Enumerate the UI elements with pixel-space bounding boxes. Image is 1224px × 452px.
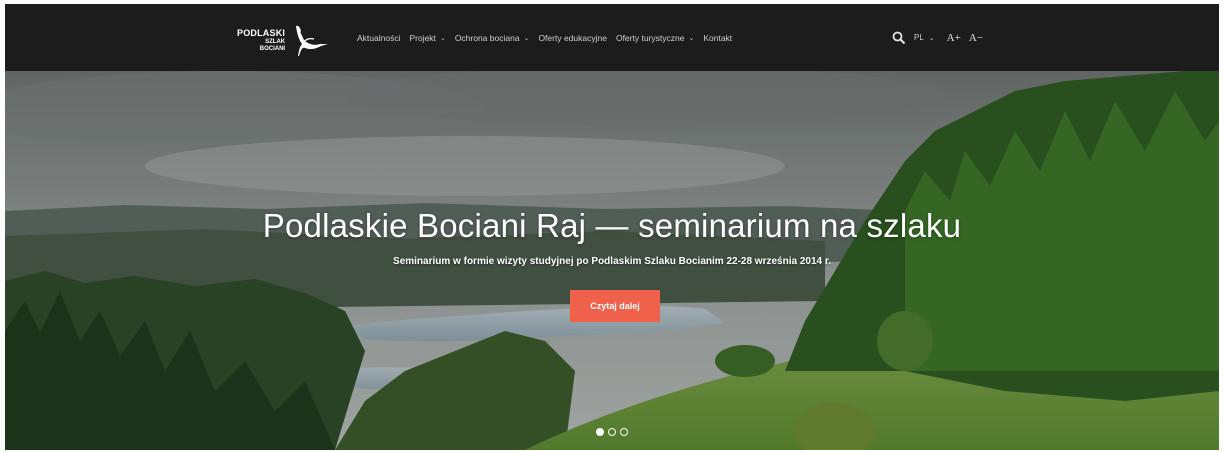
header-tools: PL ⌄ A+ A− bbox=[892, 4, 991, 71]
nav-item-label: Kontakt bbox=[703, 32, 733, 43]
search-icon[interactable] bbox=[892, 31, 906, 45]
stork-icon bbox=[296, 25, 329, 56]
nav-item-label: Oferty edukacyjne bbox=[538, 32, 607, 43]
nav-item-aktualnosci[interactable]: Aktualności bbox=[357, 33, 400, 43]
slider-dot-2[interactable] bbox=[608, 428, 616, 436]
chevron-down-icon: ⌄ bbox=[439, 34, 446, 42]
hero-subtitle: Seminarium w formie wizyty studyjnej po … bbox=[393, 256, 831, 267]
nav-item-oferty-turystyczne[interactable]: Oferty turystyczne ⌄ bbox=[616, 33, 694, 43]
nav-item-ochrona-bociana[interactable]: Ochrona bociana ⌄ bbox=[455, 33, 530, 43]
logo-line-1: PODLASKI bbox=[237, 27, 286, 38]
font-decrease-button[interactable]: A− bbox=[969, 32, 983, 44]
site-logo[interactable]: PODLASKI SZLAK BOCIANI bbox=[237, 20, 337, 60]
nav-item-label: Oferty turystyczne bbox=[615, 32, 685, 43]
page-frame: PODLASKI SZLAK BOCIANI Aktualności Proje… bbox=[5, 4, 1219, 450]
slider-pagination bbox=[596, 428, 628, 436]
read-more-button[interactable]: Czytaj dalej bbox=[570, 290, 660, 322]
slider-dot-3[interactable] bbox=[620, 428, 628, 436]
chevron-down-icon: ⌄ bbox=[688, 34, 695, 42]
hero-slider: Podlaskie Bociani Raj — seminarium na sz… bbox=[5, 71, 1219, 450]
nav-item-label: Projekt bbox=[409, 32, 436, 43]
nav-item-oferty-edukacyjne[interactable]: Oferty edukacyjne bbox=[538, 33, 607, 43]
font-increase-button[interactable]: A+ bbox=[947, 32, 961, 44]
logo-text: PODLASKI SZLAK BOCIANI bbox=[237, 27, 286, 52]
slider-dot-1[interactable] bbox=[596, 428, 604, 436]
top-navigation-bar: PODLASKI SZLAK BOCIANI Aktualności Proje… bbox=[5, 4, 1219, 71]
nav-item-label: Aktualności bbox=[357, 32, 401, 43]
nav-item-label: Ochrona bociana bbox=[454, 32, 520, 43]
chevron-down-icon: ⌄ bbox=[523, 34, 530, 42]
chevron-down-icon: ⌄ bbox=[928, 34, 935, 42]
hero-title: Podlaskie Bociani Raj — seminarium na sz… bbox=[262, 207, 962, 244]
language-label: PL bbox=[914, 33, 924, 42]
language-selector[interactable]: PL ⌄ bbox=[914, 33, 935, 42]
nav-item-projekt[interactable]: Projekt ⌄ bbox=[409, 33, 445, 43]
main-navigation: Aktualności Projekt ⌄ Ochrona bociana ⌄ … bbox=[357, 4, 741, 71]
nav-item-kontakt[interactable]: Kontakt bbox=[703, 33, 732, 43]
logo-line-2: SZLAK bbox=[265, 38, 286, 45]
logo-line-3: BOCIANI bbox=[259, 45, 286, 52]
